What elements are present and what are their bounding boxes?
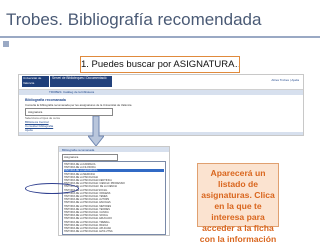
list-item[interactable]: HISTÒRIA DE LA PSICOLOGIA. EVOLUTIVA (64, 230, 164, 233)
down-arrow-icon (88, 116, 104, 146)
nav-text[interactable]: TROBES: Catàleg de la biblioteca (49, 90, 94, 94)
nav-bar: TROBES: Catàleg de la biblioteca (19, 90, 303, 95)
page-description: Consulta la bibliografia recomanada per … (25, 103, 132, 107)
university-logo: Universitat de València (22, 76, 49, 87)
site-header: Universitat de València Servei de Biblio… (19, 75, 303, 90)
search-type-value: Asignatura (28, 110, 43, 114)
screenshot-search-page: Universitat de València Servei de Biblio… (18, 74, 304, 136)
callout-text: Aparecerá un listado de asignaturas. Cli… (199, 168, 277, 244)
slide-title: Trobes. Bibliografía recomendada (6, 10, 262, 29)
list-header-text: Bibliografia recomanada (62, 148, 95, 152)
subject-field-value: Asignatura (64, 155, 79, 159)
page-links: Biblioteca Central Consultar bibliografi… (25, 120, 53, 132)
callout-box: Aparecerá un listado de asignaturas. Cli… (197, 163, 279, 244)
list-header: Bibliografia recomanada (59, 147, 169, 152)
highlight-ellipse (25, 183, 79, 194)
subject-list[interactable]: HISTÒRIA DE LA FARMACIA HISTÒRIA DE LA FI… (62, 161, 166, 235)
page-heading: Bibliografia recomanada (25, 98, 66, 102)
title-divider (0, 36, 320, 38)
step-label: 1. Puedes buscar por ASIGNATURA… (80, 56, 240, 73)
bullet-marker (3, 41, 9, 47)
page-footer (19, 132, 303, 135)
search-type-select[interactable]: Asignatura (25, 108, 113, 116)
top-links[interactable]: Altres Trobes | Ajuda (271, 78, 299, 82)
subject-field[interactable]: Asignatura (62, 154, 118, 161)
library-banner: Servei de Biblioteques i Documentació (50, 76, 112, 87)
